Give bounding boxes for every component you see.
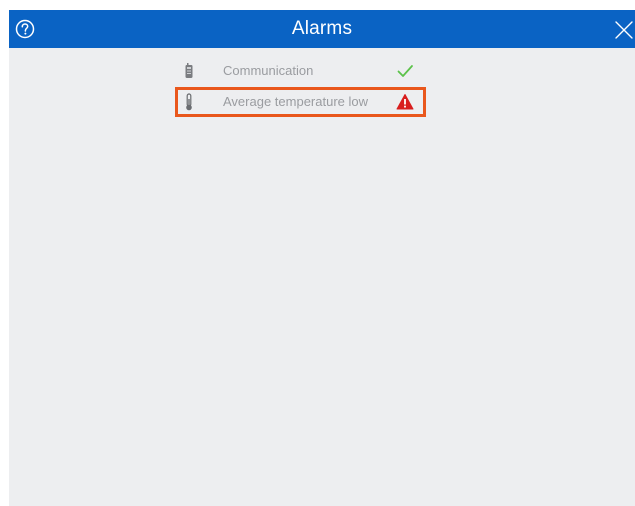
alarm-row-communication[interactable]: Communication <box>179 58 421 84</box>
close-x-icon <box>615 21 633 39</box>
device-icon <box>185 63 193 78</box>
warning-triangle-icon <box>396 94 414 110</box>
dialog-title: Alarms <box>291 18 353 39</box>
alarm-label: Average temperature low <box>223 94 369 109</box>
alarm-label: Communication <box>223 63 314 78</box>
thermometer-icon <box>186 93 192 111</box>
checkmark-icon <box>397 65 413 77</box>
close-button[interactable] <box>613 19 635 41</box>
alarm-row-average-temperature-low[interactable]: Average temperature low <box>175 87 426 117</box>
alarms-dialog: Alarms Communication Average temperature… <box>9 10 635 506</box>
title-bar: Alarms <box>9 10 635 48</box>
